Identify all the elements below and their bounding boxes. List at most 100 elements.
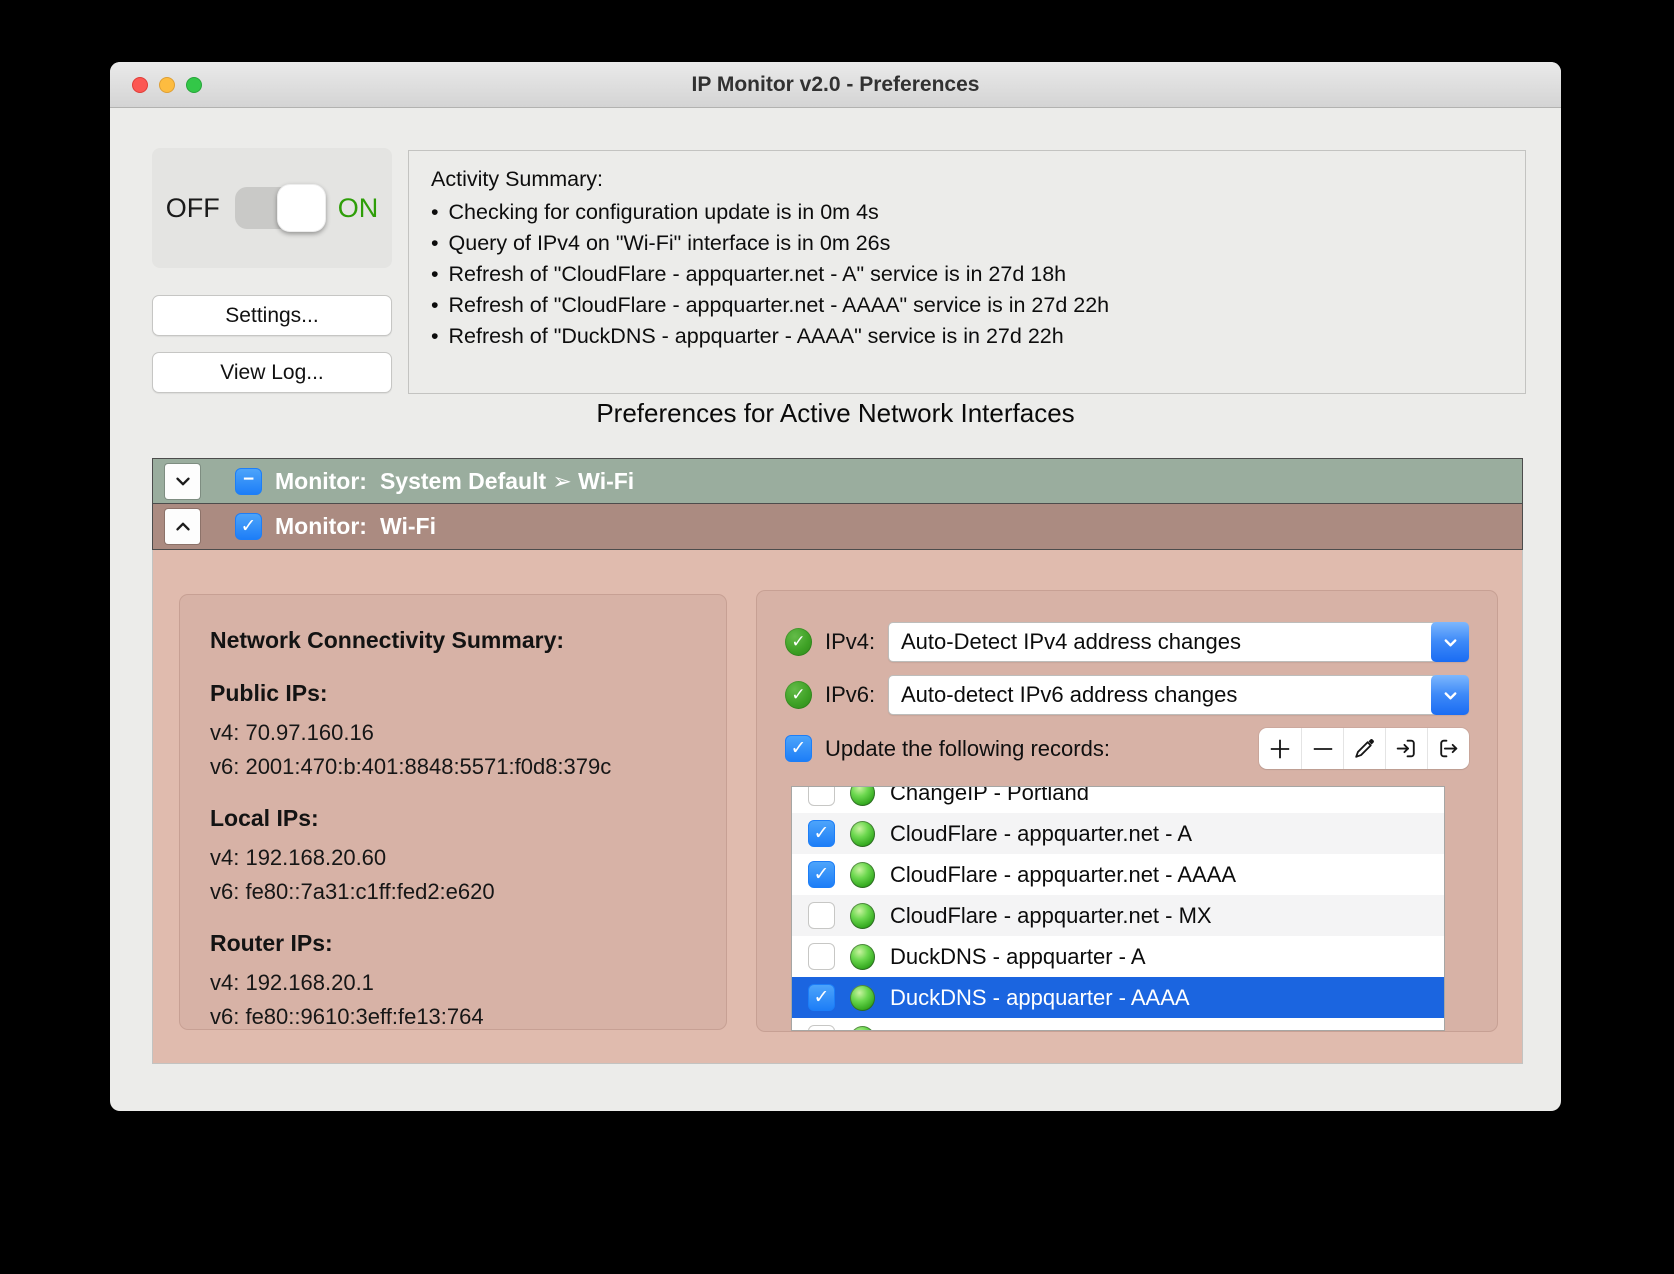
- expander-button[interactable]: [165, 509, 200, 544]
- public-ipv6: v6: 2001:470:b:401:8848:5571:f0d8:379c: [210, 750, 700, 784]
- monitor-value: Wi-Fi: [380, 513, 436, 540]
- chevron-down-icon: [1441, 686, 1460, 705]
- import-records-button[interactable]: [1385, 728, 1427, 769]
- export-icon: [1436, 736, 1461, 761]
- monitor-checkbox[interactable]: [235, 468, 262, 495]
- activity-summary-title: Activity Summary:: [431, 163, 1503, 195]
- ipv4-status-ok-icon: [785, 628, 812, 656]
- ipv6-method-value: Auto-detect IPv6 address changes: [889, 682, 1237, 708]
- monitor-row-system-default[interactable]: Monitor: System Default ➢ Wi-Fi: [153, 459, 1522, 504]
- record-label: CloudFlare - appquarter.net - AAAA: [890, 862, 1236, 888]
- local-ipv6: v6: fe80::7a31:c1ff:fed2:e620: [210, 875, 700, 909]
- window-title: IP Monitor v2.0 - Preferences: [692, 73, 980, 97]
- pencil-icon: [1352, 736, 1377, 761]
- status-orb-icon: [850, 862, 875, 888]
- zoom-button[interactable]: [186, 77, 202, 93]
- record-checkbox[interactable]: [808, 902, 835, 929]
- public-ips-label: Public IPs:: [210, 680, 700, 707]
- record-label: DuckDNS - appquarter - AAAA: [890, 985, 1190, 1011]
- monitor-value: System Default ➢ Wi-Fi: [380, 468, 634, 495]
- dropdown-arrow-button[interactable]: [1431, 622, 1469, 662]
- monitor-label: Monitor:: [275, 513, 367, 540]
- status-orb-icon: [850, 821, 875, 847]
- record-row[interactable]: CloudFlare - appquarter.net - A: [792, 813, 1444, 854]
- ipv6-status-ok-icon: [785, 681, 812, 709]
- traffic-lights: [132, 62, 202, 107]
- export-records-button[interactable]: [1427, 728, 1469, 769]
- switch-knob-icon[interactable]: [277, 184, 326, 232]
- record-row[interactable]: CloudFlare - appquarter.net - MX: [792, 895, 1444, 936]
- router-ipv6: v6: fe80::9610:3eff:fe13:764: [210, 1000, 700, 1034]
- chevron-down-icon: [172, 470, 194, 492]
- monitor-label: Monitor:: [275, 468, 367, 495]
- page-title: Preferences for Active Network Interface…: [110, 398, 1561, 429]
- records-list[interactable]: ChangeIP - Portland CloudFlare - appquar…: [791, 786, 1445, 1031]
- import-icon: [1394, 736, 1419, 761]
- wifi-preferences-panel: Network Connectivity Summary: Public IPs…: [152, 550, 1523, 1064]
- interface-table: Monitor: System Default ➢ Wi-Fi Monitor:…: [152, 458, 1523, 1064]
- record-label: CloudFlare - appquarter.net - A: [890, 821, 1192, 847]
- view-log-button[interactable]: View Log...: [152, 352, 392, 393]
- activity-item: Refresh of "CloudFlare - appquarter.net …: [431, 259, 1503, 290]
- record-label: CloudFlare - appquarter.net - MX: [890, 903, 1212, 929]
- ipv6-label: IPv6:: [825, 682, 888, 708]
- off-label: OFF: [166, 193, 220, 224]
- activity-item: Refresh of "CloudFlare - appquarter.net …: [431, 290, 1503, 321]
- status-orb-icon: [850, 1026, 875, 1032]
- update-records-label: Update the following records:: [825, 736, 1110, 762]
- minus-icon: [1310, 736, 1336, 762]
- plus-icon: [1267, 736, 1293, 762]
- on-label: ON: [338, 193, 379, 224]
- record-row[interactable]: DynDNS - Portland: [792, 1018, 1444, 1031]
- ipv4-label: IPv4:: [825, 629, 888, 655]
- ipv4-method-select[interactable]: Auto-Detect IPv4 address changes: [888, 622, 1469, 662]
- record-checkbox[interactable]: [808, 820, 835, 847]
- records-toolbar: [1259, 728, 1469, 769]
- record-row[interactable]: CloudFlare - appquarter.net - AAAA: [792, 854, 1444, 895]
- remove-record-button[interactable]: [1301, 728, 1343, 769]
- ipv4-method-value: Auto-Detect IPv4 address changes: [889, 629, 1241, 655]
- record-checkbox[interactable]: [808, 1025, 835, 1031]
- close-button[interactable]: [132, 77, 148, 93]
- local-ipv4: v4: 192.168.20.60: [210, 841, 700, 875]
- record-checkbox[interactable]: [808, 786, 835, 806]
- chevron-down-icon: [1441, 633, 1460, 652]
- record-label: DynDNS - Portland: [890, 1026, 1077, 1032]
- minimize-button[interactable]: [159, 77, 175, 93]
- ipv6-method-select[interactable]: Auto-detect IPv6 address changes: [888, 675, 1469, 715]
- activity-summary-box: Activity Summary: Checking for configura…: [408, 150, 1526, 394]
- activity-item: Refresh of "DuckDNS - appquarter - AAAA"…: [431, 321, 1503, 352]
- power-switch[interactable]: [235, 187, 323, 229]
- record-checkbox[interactable]: [808, 861, 835, 888]
- monitor-headers: Monitor: System Default ➢ Wi-Fi Monitor:…: [152, 458, 1523, 550]
- update-records-checkbox[interactable]: ✓: [785, 735, 812, 762]
- router-ips-label: Router IPs:: [210, 930, 700, 957]
- local-ips-label: Local IPs:: [210, 805, 700, 832]
- settings-button[interactable]: Settings...: [152, 295, 392, 336]
- power-toggle-group: OFF ON: [152, 148, 392, 268]
- record-checkbox[interactable]: [808, 984, 835, 1011]
- activity-item: Checking for configuration update is in …: [431, 197, 1503, 228]
- monitor-checkbox[interactable]: [235, 513, 262, 540]
- record-row[interactable]: ChangeIP - Portland: [792, 786, 1444, 813]
- monitor-row-wifi[interactable]: Monitor: Wi-Fi: [153, 504, 1522, 549]
- app-window: IP Monitor v2.0 - Preferences OFF ON Set…: [110, 62, 1561, 1111]
- summary-title: Network Connectivity Summary:: [210, 627, 700, 654]
- title-bar: IP Monitor v2.0 - Preferences: [110, 62, 1561, 108]
- dropdown-arrow-button[interactable]: [1431, 675, 1469, 715]
- record-checkbox[interactable]: [808, 943, 835, 970]
- status-orb-icon: [850, 786, 875, 806]
- edit-record-button[interactable]: [1343, 728, 1385, 769]
- add-record-button[interactable]: [1259, 728, 1301, 769]
- record-row[interactable]: DuckDNS - appquarter - AAAA: [792, 977, 1444, 1018]
- public-ipv4: v4: 70.97.160.16: [210, 716, 700, 750]
- expander-button[interactable]: [165, 464, 200, 499]
- activity-item: Query of IPv4 on "Wi-Fi" interface is in…: [431, 228, 1503, 259]
- dns-update-panel: IPv4: Auto-Detect IPv4 address changes I…: [756, 590, 1498, 1032]
- chevron-up-icon: [172, 516, 194, 538]
- record-label: ChangeIP - Portland: [890, 786, 1089, 806]
- record-label: DuckDNS - appquarter - A: [890, 944, 1146, 970]
- record-row[interactable]: DuckDNS - appquarter - A: [792, 936, 1444, 977]
- status-orb-icon: [850, 944, 875, 970]
- status-orb-icon: [850, 903, 875, 929]
